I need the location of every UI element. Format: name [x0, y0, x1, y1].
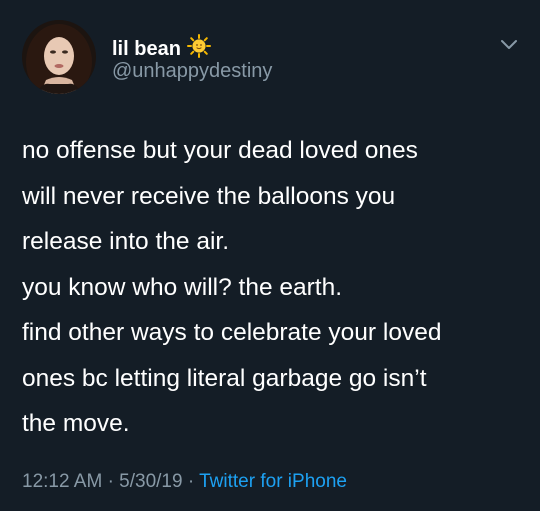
avatar[interactable] [22, 20, 96, 94]
tweet-date[interactable]: 5/30/19 [119, 471, 182, 492]
meta-separator: · [107, 471, 114, 492]
tweet-metadata: 12:12 AM · 5/30/19 · Twitter for iPhone [22, 470, 347, 494]
tweet-text: no offense but your dead loved ones will… [22, 137, 442, 437]
meta-separator: · [187, 471, 195, 492]
tweet-time[interactable]: 12:12 AM [22, 471, 102, 492]
chevron-down-icon[interactable] [498, 36, 520, 54]
user-handle[interactable]: @unhappydestiny [112, 60, 272, 82]
tweet-card: lil bean @unhappydestiny no offense but … [0, 0, 540, 511]
name-row: lil bean [112, 34, 211, 63]
display-name[interactable]: lil bean [112, 38, 181, 60]
tweet-source-link[interactable]: Twitter for iPhone [199, 471, 347, 492]
sun-with-face-icon [186, 34, 211, 63]
